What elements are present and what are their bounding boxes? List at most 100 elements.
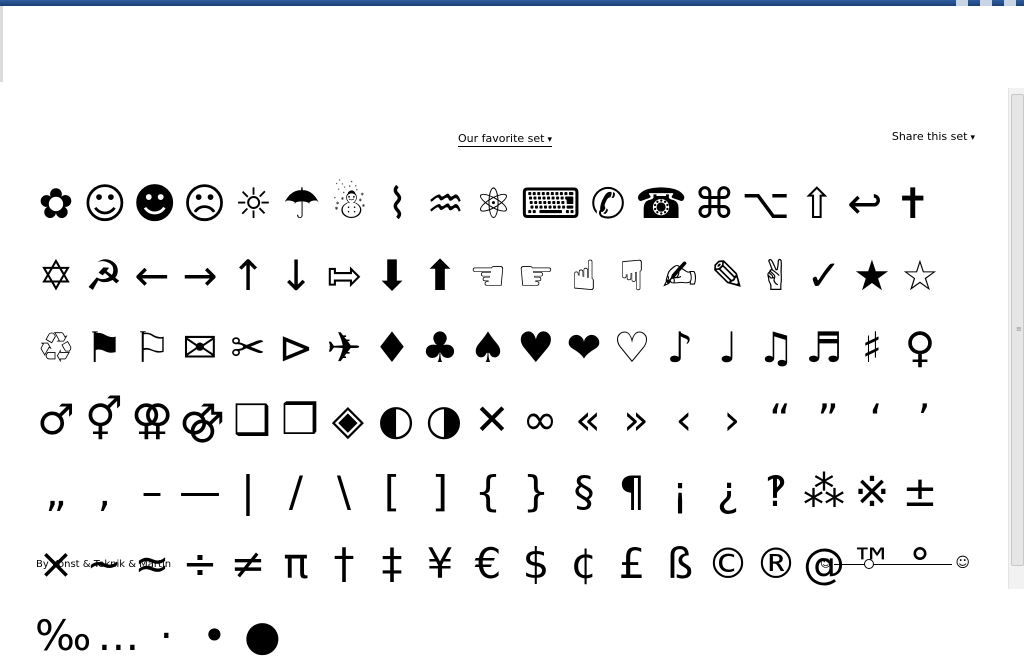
glyph-item[interactable]: ↓ [272,240,320,312]
glyph-item[interactable]: ¥ [416,528,464,600]
glyph-item[interactable]: ☭ [80,240,128,312]
glyph-item[interactable]: $ [512,528,560,600]
glyph-item[interactable]: ☻ [130,168,180,240]
glyph-item[interactable]: ‡ [368,528,416,600]
glyph-item[interactable]: • [190,600,238,672]
glyph-item[interactable]: ♪ [656,312,704,384]
glyph-item[interactable]: ✆ [584,168,632,240]
glyph-item[interactable]: { [464,456,512,528]
glyph-item[interactable]: ☂ [277,168,325,240]
glyph-item[interactable]: ★ [848,240,896,312]
glyph-item[interactable]: £ [608,528,656,600]
glyph-item[interactable]: / [272,456,320,528]
glyph-item[interactable]: ✿ [32,168,80,240]
glyph-item[interactable]: € [464,528,512,600]
glyph-item[interactable]: § [560,456,608,528]
glyph-item[interactable]: ≠ [224,528,272,600]
glyph-item[interactable]: ☆ [896,240,944,312]
glyph-item[interactable]: ⊳ [272,312,320,384]
glyph-item[interactable]: ♂ [32,384,80,456]
glyph-item[interactable]: “ [756,384,804,456]
glyph-item[interactable]: „ [32,456,80,528]
glyph-item[interactable]: ’ [900,384,948,456]
glyph-item[interactable]: ‘ [852,384,900,456]
glyph-item[interactable]: ♒ [421,168,469,240]
glyph-item[interactable]: » [612,384,660,456]
glyph-item[interactable]: … [94,600,142,672]
glyph-item[interactable]: ↑ [224,240,272,312]
glyph-item[interactable]: ◈ [324,384,372,456]
glyph-item[interactable]: — [176,456,224,528]
glyph-item[interactable]: ♣ [416,312,464,384]
glyph-item[interactable]: ÷ [176,528,224,600]
glyph-item[interactable]: ⌨ [517,168,584,240]
glyph-item[interactable]: « [564,384,612,456]
glyph-item[interactable]: ‽ [752,456,800,528]
glyph-item[interactable]: ❤ [560,312,608,384]
glyph-item[interactable]: ☎ [632,168,690,240]
glyph-item[interactable]: ‚ [80,456,128,528]
glyph-item[interactable]: ‹ [660,384,708,456]
glyph-item[interactable]: ♲ [32,312,80,384]
glyph-item[interactable]: \ [320,456,368,528]
glyph-item[interactable]: ← [128,240,176,312]
glyph-item[interactable]: ✝ [889,168,937,240]
glyph-item[interactable]: ✡ [32,240,80,312]
glyph-item[interactable]: ☺ [80,168,130,240]
glyph-item[interactable]: ♦ [368,312,416,384]
glyph-item[interactable]: ✍ [656,240,704,312]
glyph-item[interactable]: ♀ [896,312,944,384]
glyph-item[interactable]: ✉ [176,312,224,384]
glyph-item[interactable]: ⚣ [176,384,228,456]
glyph-item[interactable]: ☝ [560,240,608,312]
close-icon[interactable] [1004,0,1016,6]
glyph-item[interactable]: ✌ [752,240,800,312]
size-slider[interactable]: ☺ ☺ [818,555,970,572]
glyph-item[interactable]: ¿ [704,456,752,528]
glyph-item[interactable]: ⁂ [800,456,848,528]
slider-track[interactable] [834,564,952,565]
glyph-item[interactable]: [ [368,456,416,528]
vertical-scrollbar[interactable]: ≡ [1008,88,1024,589]
glyph-item[interactable]: ☼ [229,168,277,240]
glyph-item[interactable]: ☃ [325,168,373,240]
glyph-item[interactable]: ⌇ [373,168,421,240]
glyph-item[interactable]: ♥ [512,312,560,384]
glyph-item[interactable]: } [512,456,560,528]
glyph-item[interactable]: ♩ [704,312,752,384]
glyph-item[interactable]: ∞ [516,384,564,456]
glyph-item[interactable]: ⚛ [469,168,517,240]
minimize-icon[interactable] [956,0,968,6]
glyph-item[interactable]: ⬆ [416,240,464,312]
glyph-item[interactable]: ● [238,600,286,672]
glyph-item[interactable]: ¢ [560,528,608,600]
glyph-item[interactable]: ] [416,456,464,528]
glyph-item[interactable]: – [128,456,176,528]
glyph-item[interactable]: π [272,528,320,600]
glyph-item[interactable]: | [224,456,272,528]
glyph-item[interactable]: ◑ [420,384,468,456]
glyph-item[interactable]: → [176,240,224,312]
glyph-item[interactable]: ⬇ [368,240,416,312]
glyph-item[interactable]: ☟ [608,240,656,312]
slider-handle[interactable] [864,559,875,569]
glyph-item[interactable]: ❑ [228,384,276,456]
glyph-item[interactable]: ✎ [704,240,752,312]
glyph-item[interactable]: ✕ [468,384,516,456]
glyph-item[interactable]: ♡ [608,312,656,384]
glyph-item[interactable]: ↩ [841,168,889,240]
glyph-item[interactable]: ♠ [464,312,512,384]
glyph-item[interactable]: ❒ [276,384,324,456]
glyph-item[interactable]: ⌥ [738,168,792,240]
glyph-item[interactable]: · [142,600,190,672]
glyph-item[interactable]: ® [752,528,800,600]
glyph-item[interactable]: ” [804,384,852,456]
glyph-item[interactable]: ⚐ [128,312,176,384]
glyph-set-dropdown[interactable]: Our favorite set ▾ [458,132,553,147]
glyph-item[interactable]: ⇰ [320,240,368,312]
glyph-item[interactable]: ⌘ [690,168,738,240]
glyph-item[interactable]: ◐ [372,384,420,456]
glyph-item[interactable]: ⚢ [128,384,176,456]
glyph-item[interactable]: ☜ [464,240,512,312]
glyph-item[interactable]: ♯ [848,312,896,384]
